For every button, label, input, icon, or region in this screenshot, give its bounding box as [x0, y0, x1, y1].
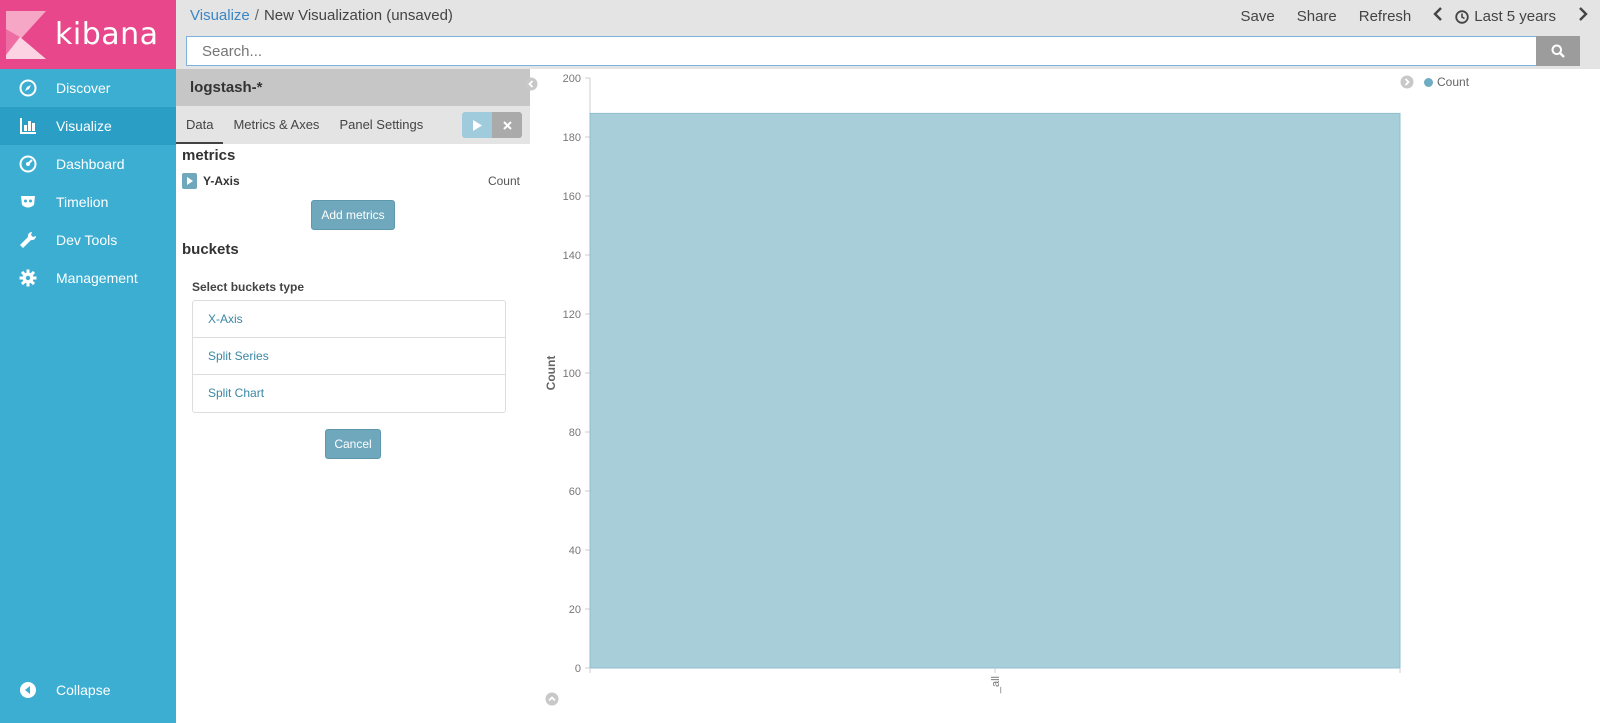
time-picker[interactable]: Last 5 years	[1455, 8, 1556, 25]
logo-text: kibana	[55, 17, 159, 52]
sidebar-item-discover[interactable]: Discover	[0, 69, 176, 107]
breadcrumb-current: New Visualization (unsaved)	[263, 7, 453, 24]
y-tick-label: 120	[563, 309, 581, 321]
chart-area: Count 0 20 40 60 80 100 120 140 160 180 200 _all C…	[520, 69, 1600, 723]
sidebar-item-timelion[interactable]: Timelion	[0, 183, 176, 221]
y-tick-label: 40	[569, 545, 581, 557]
clock-icon	[1455, 9, 1469, 24]
x-axis-ticks: _all	[589, 668, 1401, 694]
kibana-logo-icon	[6, 10, 46, 59]
dashboard-icon	[18, 154, 38, 174]
bucket-type-split-series[interactable]: Split Series	[193, 338, 505, 375]
y-tick-label: 80	[569, 427, 581, 439]
top-menu: Save Share Refresh Last 5 years	[1219, 7, 1588, 26]
caret-right-icon	[186, 177, 193, 185]
legend-swatch	[1424, 77, 1433, 87]
tab-metrics-axes[interactable]: Metrics & Axes	[223, 106, 329, 144]
sidebar-item-dev-tools[interactable]: Dev Tools	[0, 221, 176, 259]
y-tick-label: 20	[569, 604, 581, 616]
sidebar-item-label: Dashboard	[56, 156, 125, 172]
sidebar-item-visualize[interactable]: Visualize	[0, 107, 176, 145]
x-tick-label: _all	[990, 676, 1002, 694]
bucket-type-x-axis[interactable]: X-Axis	[193, 301, 505, 338]
wrench-icon	[18, 230, 38, 250]
y-tick-label: 160	[563, 191, 581, 203]
chevron-right-icon[interactable]	[1578, 7, 1588, 26]
sidebar-item-label: Management	[56, 270, 138, 286]
y-tick-label: 180	[563, 132, 581, 144]
tab-panel-settings[interactable]: Panel Settings	[329, 106, 433, 144]
bucket-type-split-chart[interactable]: Split Chart	[193, 375, 505, 412]
sidebar-collapse[interactable]: Collapse	[0, 671, 176, 709]
sidebar: kibana Discover Visualize Dashboard Time…	[0, 0, 176, 723]
collapse-label: Collapse	[56, 682, 111, 698]
sidebar-item-label: Visualize	[56, 118, 112, 134]
index-pattern-title: logstash-*	[176, 69, 530, 106]
compass-icon	[18, 78, 38, 98]
bar-chart: 0 20 40 60 80 100 120 140 160 180 200 _all Count	[544, 73, 1401, 694]
metric-value: Count	[487, 174, 520, 188]
search-bar	[186, 36, 1580, 66]
share-button[interactable]: Share	[1297, 8, 1337, 25]
metric-name: Y-Axis	[203, 174, 240, 188]
cancel-button[interactable]: Cancel	[325, 429, 381, 459]
metric-row-y-axis[interactable]: Y-Axis Count	[176, 172, 530, 190]
y-axis-ticks: 0 20 40 60 80 100 120 140 160 180 200	[563, 73, 590, 675]
breadcrumb: Visualize / New Visualization (unsaved)	[190, 7, 453, 24]
breadcrumb-separator: /	[254, 7, 259, 24]
y-tick-label: 100	[563, 368, 581, 380]
close-icon	[502, 120, 512, 130]
chevron-left-icon[interactable]	[1433, 7, 1443, 26]
expand-toggle[interactable]	[182, 173, 197, 189]
apply-changes-button[interactable]	[462, 112, 492, 138]
vis-editor-sidebar: logstash-* Data Metrics & Axes Panel Set…	[176, 69, 530, 723]
y-tick-label: 0	[575, 663, 581, 675]
sidebar-item-dashboard[interactable]: Dashboard	[0, 145, 176, 183]
sidebar-item-label: Timelion	[56, 194, 109, 210]
play-icon	[473, 119, 482, 131]
bar-all[interactable]	[589, 112, 1401, 669]
chart-legend: Count	[1424, 75, 1469, 89]
bucket-type-list: X-Axis Split Series Split Chart	[192, 300, 506, 413]
time-range-label: Last 5 years	[1474, 8, 1556, 25]
top-bar: Visualize / New Visualization (unsaved) Sa…	[176, 0, 1600, 69]
y-tick-label: 60	[569, 486, 581, 498]
tab-data[interactable]: Data	[176, 106, 224, 144]
search-button[interactable]	[1536, 36, 1580, 66]
gear-icon	[18, 268, 38, 288]
kibana-logo[interactable]: kibana	[0, 0, 176, 69]
y-axis-label: Count	[544, 356, 558, 391]
buckets-heading: buckets	[182, 241, 239, 258]
save-button[interactable]: Save	[1241, 8, 1275, 25]
discard-changes-button[interactable]	[492, 112, 522, 138]
bars	[589, 112, 1401, 669]
collapse-left-icon	[18, 680, 38, 700]
search-icon	[1551, 44, 1565, 58]
refresh-button[interactable]: Refresh	[1359, 8, 1412, 25]
editor-actions	[462, 112, 522, 138]
breadcrumb-visualize-link[interactable]: Visualize	[190, 7, 250, 24]
timelion-icon	[18, 192, 38, 212]
search-input[interactable]	[186, 36, 1536, 66]
metrics-heading: metrics	[182, 147, 236, 164]
y-tick-label: 200	[563, 73, 581, 85]
legend-item-count[interactable]: Count	[1437, 75, 1469, 89]
editor-tabs: Data Metrics & Axes Panel Settings	[176, 106, 530, 144]
sidebar-item-management[interactable]: Management	[0, 259, 176, 297]
sidebar-item-label: Dev Tools	[56, 232, 118, 248]
add-metrics-button[interactable]: Add metrics	[311, 200, 395, 230]
sidebar-item-label: Discover	[56, 80, 111, 96]
select-buckets-label: Select buckets type	[192, 280, 305, 294]
y-tick-label: 140	[563, 250, 581, 262]
bar-chart-icon	[18, 116, 38, 136]
